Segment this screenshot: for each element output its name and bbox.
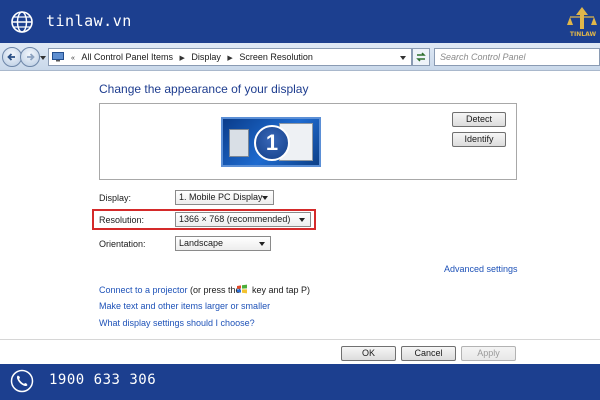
hotline-number[interactable]: 1900 633 306 — [49, 372, 156, 388]
resolution-select[interactable]: 1366 × 768 (recommended) — [175, 212, 311, 227]
breadcrumb-separator-icon[interactable]: ▶ — [227, 54, 232, 62]
breadcrumb-screen-resolution[interactable]: Screen Resolution — [239, 52, 313, 62]
back-button[interactable] — [2, 47, 22, 67]
chevron-down-icon — [262, 196, 268, 200]
phone-icon — [10, 369, 34, 393]
chevron-down-icon — [299, 218, 305, 222]
identify-button[interactable]: Identify — [452, 132, 506, 147]
recent-pages-chevron-icon[interactable] — [40, 56, 46, 60]
display-label: Display: — [99, 193, 132, 203]
globe-icon — [11, 11, 33, 33]
breadcrumb-all-items[interactable]: All Control Panel Items — [81, 52, 173, 62]
advanced-settings-link[interactable]: Advanced settings — [444, 264, 518, 274]
bottom-banner: 1900 633 306 — [0, 364, 600, 400]
breadcrumb-overflow-icon[interactable]: « — [71, 55, 75, 62]
projector-hint-prefix: (or press the — [190, 285, 241, 295]
text-size-link[interactable]: Make text and other items larger or smal… — [99, 301, 270, 311]
monitor-sidebar-graphic — [229, 129, 249, 157]
breadcrumb-separator-icon[interactable]: ▶ — [179, 54, 184, 62]
forward-button[interactable] — [20, 47, 40, 67]
display-help-link[interactable]: What display settings should I choose? — [99, 318, 255, 328]
footer-divider — [0, 339, 600, 340]
display-select-value: 1. Mobile PC Display — [179, 192, 263, 202]
chevron-down-icon — [259, 242, 265, 246]
detect-button[interactable]: Detect — [452, 112, 506, 127]
refresh-icon — [416, 52, 426, 62]
orientation-label: Orientation: — [99, 239, 146, 249]
page-title: Change the appearance of your display — [99, 82, 309, 96]
control-panel-icon — [52, 52, 64, 62]
search-placeholder: Search Control Panel — [440, 52, 526, 62]
projector-hint-suffix: key and tap P) — [252, 285, 311, 295]
resolution-select-value: 1366 × 768 (recommended) — [179, 214, 291, 224]
address-field[interactable]: « All Control Panel Items ▶ Display ▶ Sc… — [48, 48, 412, 66]
refresh-button[interactable] — [412, 48, 430, 66]
site-name[interactable]: tinlaw.vn — [46, 12, 132, 30]
resolution-label: Resolution: — [99, 215, 145, 225]
search-input[interactable]: Search Control Panel — [434, 48, 600, 66]
back-arrow-icon — [7, 53, 15, 61]
windows-key-icon — [237, 284, 247, 294]
ok-button[interactable]: OK — [341, 346, 396, 361]
connect-projector-link[interactable]: Connect to a projector — [99, 285, 188, 295]
address-bar: « All Control Panel Items ▶ Display ▶ Sc… — [0, 43, 600, 71]
breadcrumb-display[interactable]: Display — [191, 52, 221, 62]
breadcrumb: « All Control Panel Items ▶ Display ▶ Sc… — [67, 52, 313, 62]
monitor-number-badge: 1 — [254, 125, 290, 161]
forward-arrow-icon — [27, 53, 35, 61]
logo-text: TINLAW — [569, 31, 597, 38]
monitor-thumbnail[interactable]: 1 — [221, 117, 321, 167]
display-select[interactable]: 1. Mobile PC Display — [175, 190, 274, 205]
orientation-select[interactable]: Landscape — [175, 236, 271, 251]
cancel-button[interactable]: Cancel — [401, 346, 456, 361]
orientation-select-value: Landscape — [179, 238, 224, 248]
apply-button[interactable]: Apply — [461, 346, 516, 361]
display-preview-panel: 1 Detect Identify — [99, 103, 517, 180]
address-dropdown-icon[interactable] — [400, 56, 406, 60]
top-banner: tinlaw.vn TINLAW — [0, 0, 600, 43]
